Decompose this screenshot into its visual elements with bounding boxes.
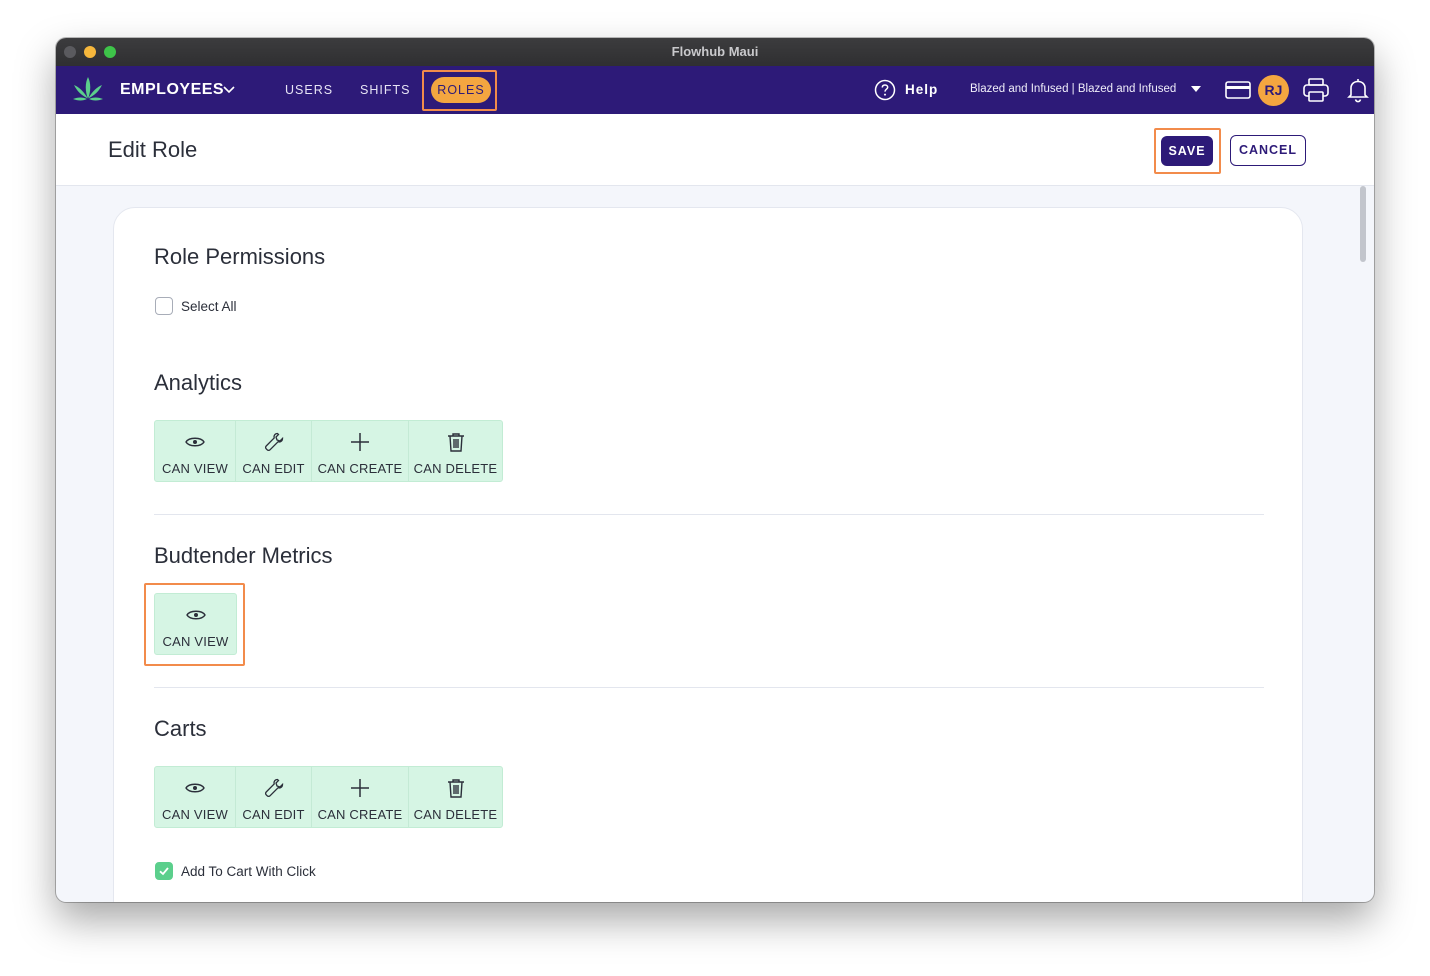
eye-icon (185, 783, 205, 793)
content-area: Role Permissions Select All Analytics CA… (56, 186, 1374, 902)
perm-label: CAN EDIT (242, 461, 305, 476)
select-all-checkbox[interactable] (155, 297, 173, 315)
wrench-icon (264, 432, 283, 452)
nav-link-users[interactable]: USERS (285, 83, 333, 97)
window-title: Flowhub Maui (671, 44, 759, 59)
perm-label: CAN DELETE (413, 461, 498, 476)
budtender-metrics-section-title: Budtender Metrics (154, 543, 333, 568)
role-permissions-card: Role Permissions Select All Analytics CA… (113, 207, 1303, 902)
plus-icon (351, 779, 369, 797)
role-permissions-title: Role Permissions (154, 244, 326, 269)
checkmark-icon (159, 867, 169, 876)
select-all-label: Select All (181, 299, 237, 314)
printer-icon[interactable] (1302, 77, 1330, 103)
scrollbar[interactable] (1360, 186, 1366, 262)
page-header: Edit Role SAVE CANCEL (56, 114, 1374, 186)
add-to-cart-with-click-checkbox[interactable] (155, 862, 173, 880)
bell-notification-icon[interactable] (1346, 77, 1370, 103)
budtender-metrics-can-view-toggle[interactable]: CAN VIEW (155, 594, 236, 654)
section-divider (154, 514, 1264, 515)
perm-label: CAN EDIT (242, 807, 305, 822)
caret-down-icon[interactable] (1191, 86, 1201, 92)
carts-can-view-toggle[interactable]: CAN VIEW (155, 767, 236, 827)
eye-icon (185, 610, 206, 620)
carts-can-delete-toggle[interactable]: CAN DELETE (409, 767, 502, 827)
window-maximize-button[interactable] (104, 46, 116, 58)
budtender-metrics-permissions: CAN VIEW (154, 593, 237, 655)
carts-permissions: CAN VIEW CAN EDIT CAN CREATE CAN DELETE (154, 766, 503, 828)
cancel-button[interactable]: CANCEL (1230, 135, 1306, 166)
perm-label: CAN VIEW (162, 807, 228, 822)
window-minimize-button[interactable] (84, 46, 96, 58)
top-navbar: EMPLOYEES USERS SHIFTS ROLES Help Blazed… (56, 66, 1374, 114)
window-close-button[interactable] (64, 46, 76, 58)
carts-can-edit-toggle[interactable]: CAN EDIT (236, 767, 312, 827)
perm-label: CAN CREATE (317, 461, 403, 476)
store-selector[interactable]: Blazed and Infused | Blazed and Infused (970, 83, 1176, 95)
add-to-cart-with-click-label: Add To Cart With Click (181, 864, 316, 879)
help-circle-icon[interactable] (874, 79, 896, 101)
credit-card-icon[interactable] (1225, 81, 1251, 99)
analytics-can-delete-toggle[interactable]: CAN DELETE (409, 421, 502, 481)
trash-icon (447, 433, 464, 452)
page-title: Edit Role (108, 137, 198, 162)
perm-label: CAN DELETE (413, 807, 498, 822)
help-link[interactable]: Help (905, 82, 938, 97)
plus-icon (351, 433, 369, 451)
cannabis-leaf-logo-icon[interactable] (72, 75, 104, 105)
trash-icon (447, 779, 464, 798)
chevron-down-icon[interactable] (220, 80, 238, 98)
user-avatar[interactable]: RJ (1258, 75, 1289, 106)
perm-label: CAN VIEW (162, 461, 228, 476)
title-bar: Flowhub Maui (56, 38, 1374, 66)
save-button[interactable]: SAVE (1161, 136, 1213, 166)
analytics-can-create-toggle[interactable]: CAN CREATE (312, 421, 409, 481)
eye-icon (185, 437, 205, 447)
module-selector[interactable]: EMPLOYEES (120, 81, 224, 99)
perm-label: CAN CREATE (317, 807, 403, 822)
perm-label: CAN VIEW (162, 634, 229, 649)
analytics-permissions: CAN VIEW CAN EDIT CAN CREATE CAN DELETE (154, 420, 503, 482)
section-divider (154, 687, 1264, 688)
nav-link-shifts[interactable]: SHIFTS (360, 83, 410, 97)
analytics-can-edit-toggle[interactable]: CAN EDIT (236, 421, 312, 481)
wrench-icon (264, 778, 283, 798)
analytics-section-title: Analytics (154, 370, 243, 395)
carts-can-create-toggle[interactable]: CAN CREATE (312, 767, 409, 827)
nav-link-roles[interactable]: ROLES (431, 77, 491, 103)
carts-section-title: Carts (154, 716, 207, 741)
analytics-can-view-toggle[interactable]: CAN VIEW (155, 421, 236, 481)
app-window: Flowhub Maui EMPLOYEES USERS SHIFTS ROLE… (56, 38, 1374, 902)
